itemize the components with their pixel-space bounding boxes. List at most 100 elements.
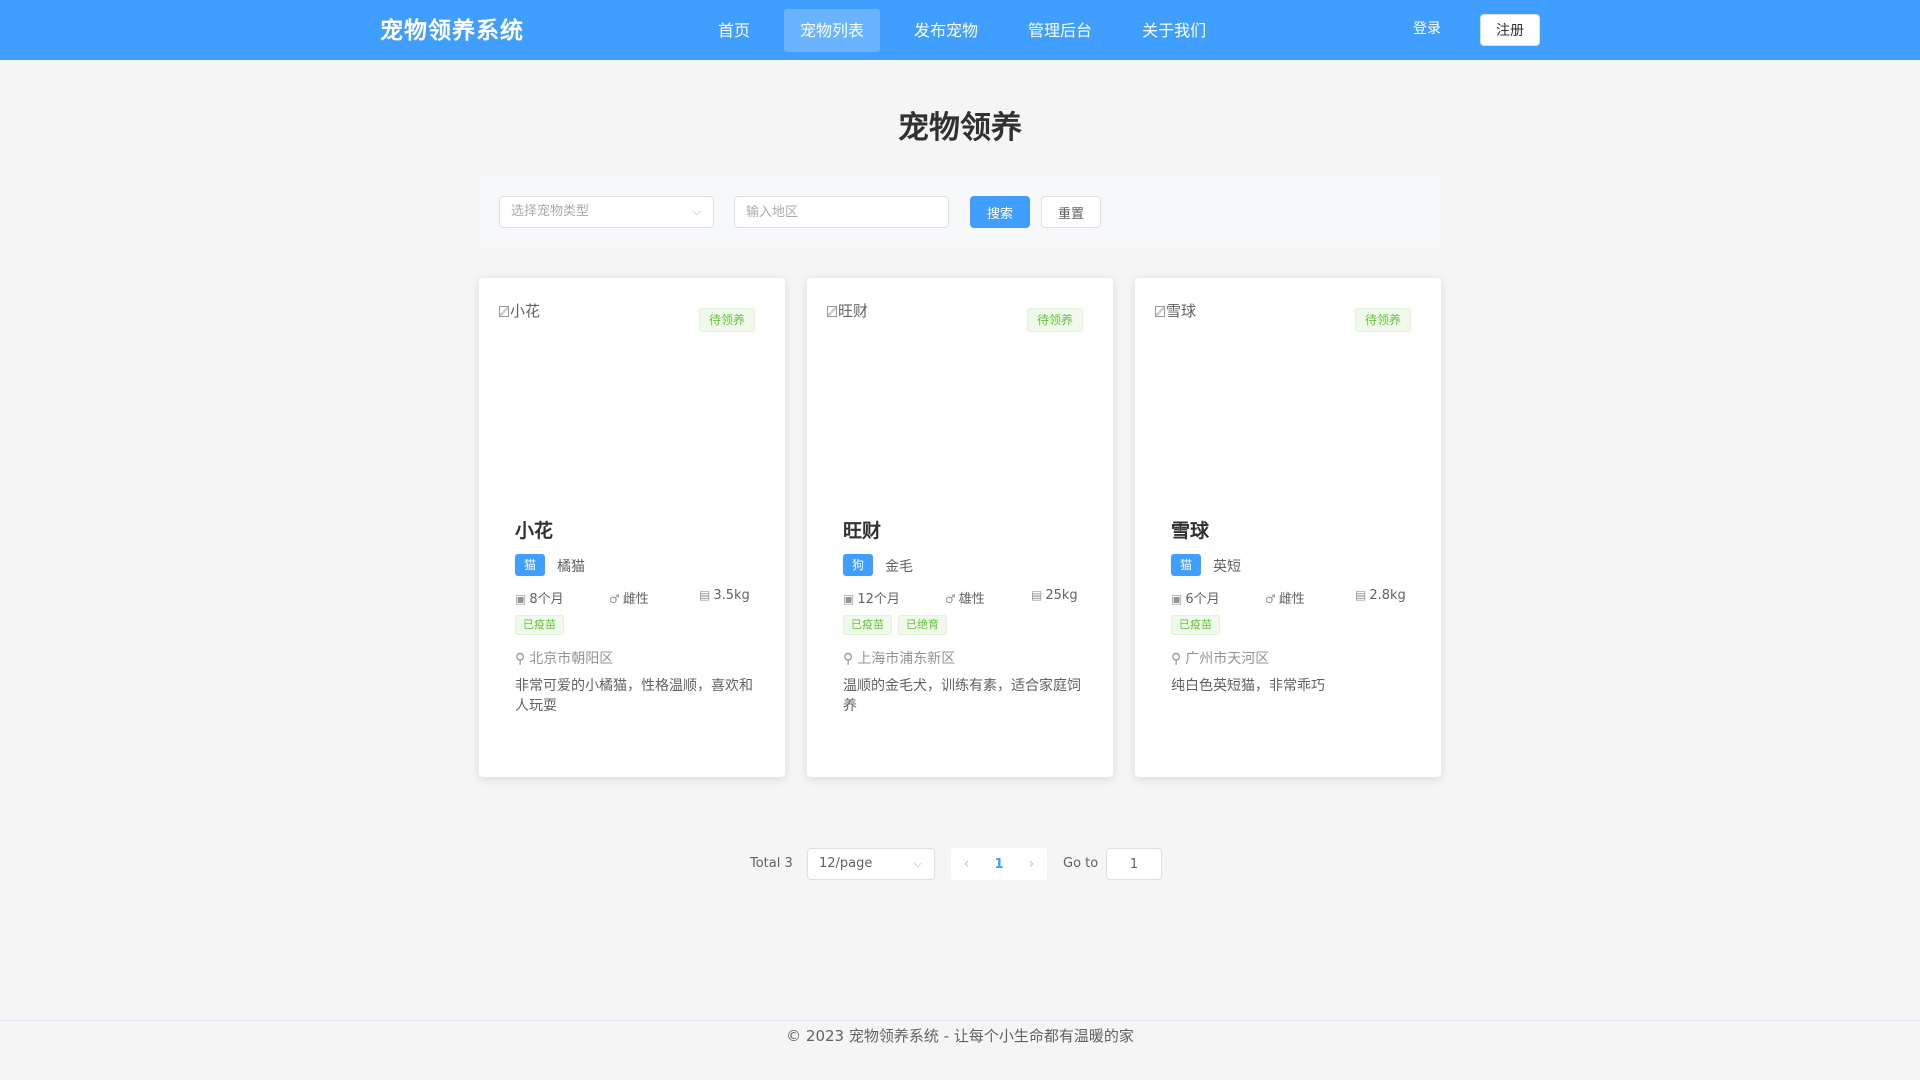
pagination-pager: ‹ 1 › [951,848,1047,880]
scale-icon: ▤ [1355,588,1367,602]
footer-copyright: © 2023 宠物领养系统 - 让每个小生命都有温暖的家 [786,1027,1134,1045]
pet-name: 小花 [515,520,554,542]
pet-location-value: 北京市朝阳区 [529,651,614,667]
pet-weight-value: 25kg [1045,588,1078,603]
calendar-icon: ▣ [515,592,527,606]
register-button[interactable]: 注册 [1480,14,1540,46]
reset-button[interactable]: 重置 [1041,196,1101,228]
goto-label: Go to [1063,856,1099,871]
pet-location: ⚲ 上海市浦东新区 [843,648,955,668]
status-badge: 待领养 [1026,308,1083,332]
chevron-down-icon: ⌵ [692,205,701,218]
pet-location: ⚲ 广州市天河区 [1171,648,1269,668]
gender-icon: ♂ [609,592,620,606]
page-title: 宠物领养 [898,110,1022,146]
nav-admin[interactable]: 管理后台 [1012,9,1108,52]
nav-home[interactable]: 首页 [702,9,766,52]
pet-description: 温顺的金毛犬，训练有素，适合家庭饲养 [843,678,1081,714]
pet-type-select[interactable]: 选择宠物类型 ⌵ [499,196,714,228]
feature-tag: 已疫苗 [515,615,564,635]
nav-pet-list[interactable]: 宠物列表 [784,9,881,52]
pet-gender: ♂ 雌性 [609,588,649,607]
pet-age: ▣ 8个月 [515,588,564,607]
pet-gender-value: 雌性 [622,592,649,607]
pet-gender: ♂ 雄性 [945,588,985,607]
pet-gender-value: 雌性 [1278,592,1305,607]
prev-page-icon[interactable]: ‹ [964,856,970,872]
pet-breed: 金毛 [885,559,913,575]
pet-age-value: 6个月 [1185,592,1220,607]
pet-image-alt-text: 小花 [510,302,541,320]
goto-page-input[interactable] [1106,848,1162,880]
pet-card[interactable]: 小花 待领养 小花 猫 橘猫 ▣ 8个月 ♂ 雌性 ▤ 3.5kg 已疫苗 ⚲ 北京市朝… [479,278,785,777]
pet-gender-value: 雄性 [958,592,985,607]
broken-image-icon [827,306,837,317]
pet-description: 非常可爱的小橘猫，性格温顺，喜欢和人玩耍 [515,678,753,714]
nav-about[interactable]: 关于我们 [1126,9,1222,52]
page-number[interactable]: 1 [994,857,1003,872]
nav-publish-pet[interactable]: 发布宠物 [898,9,994,52]
broken-image-icon [1155,306,1165,317]
pet-weight: ▤ 25kg [1031,588,1078,603]
gender-icon: ♂ [1265,592,1276,606]
feature-tag: 已疫苗 [843,615,892,635]
login-link[interactable]: 登录 [1413,18,1441,38]
pet-age: ▣ 12个月 [843,588,900,607]
pet-image-alt: 雪球 [1155,300,1196,321]
broken-image-icon [499,306,509,317]
pet-description: 纯白色英短猫，非常乖巧 [1171,678,1325,694]
search-button[interactable]: 搜索 [970,196,1030,228]
pet-type-placeholder: 选择宠物类型 [511,204,590,219]
pet-image-alt: 小花 [499,300,540,321]
pet-age-value: 8个月 [529,592,564,607]
location-pin-icon: ⚲ [843,651,854,667]
scale-icon: ▤ [1031,588,1043,602]
feature-tags: 已疫苗 [515,615,564,635]
pet-weight: ▤ 2.8kg [1355,588,1406,603]
pet-breed: 橘猫 [557,559,585,575]
pet-type-tag: 猫 [515,554,546,576]
pet-card[interactable]: 雪球 待领养 雪球 猫 英短 ▣ 6个月 ♂ 雌性 ▤ 2.8kg 已疫苗 ⚲ 广州市天… [1135,278,1441,777]
pagination-total: Total 3 [750,856,793,871]
search-panel: 选择宠物类型 ⌵ 搜索 重置 [479,176,1441,248]
pet-weight-value: 2.8kg [1369,588,1406,603]
pet-breed: 英短 [1213,559,1241,575]
pet-weight: ▤ 3.5kg [699,588,750,603]
pet-type-tag: 狗 [843,554,874,576]
region-input[interactable] [734,196,949,228]
main-nav: 首页 宠物列表 发布宠物 管理后台 关于我们 [702,9,1240,52]
pet-card[interactable]: 旺财 待领养 旺财 狗 金毛 ▣ 12个月 ♂ 雄性 ▤ 25kg 已疫苗 已绝育 ⚲… [807,278,1113,777]
pet-location-value: 上海市浦东新区 [857,651,956,667]
scale-icon: ▤ [699,588,711,602]
location-pin-icon: ⚲ [515,651,526,667]
next-page-icon[interactable]: › [1029,856,1035,872]
gender-icon: ♂ [945,592,956,606]
top-navbar: 宠物领养系统 首页 宠物列表 发布宠物 管理后台 关于我们 登录 注册 [0,0,1920,60]
feature-tag: 已疫苗 [1171,615,1220,635]
pet-age: ▣ 6个月 [1171,588,1220,607]
location-pin-icon: ⚲ [1171,651,1182,667]
calendar-icon: ▣ [843,592,855,606]
pet-image-alt: 旺财 [827,300,868,321]
feature-tag: 已绝育 [898,615,947,635]
feature-tags: 已疫苗 已绝育 [843,615,947,635]
page-size-value: 12/page [819,856,873,871]
pet-gender: ♂ 雌性 [1265,588,1305,607]
calendar-icon: ▣ [1171,592,1183,606]
chevron-down-icon: ⌵ [913,857,922,870]
status-badge: 待领养 [698,308,755,332]
page-size-select[interactable]: 12/page ⌵ [807,848,935,880]
pet-age-value: 12个月 [857,592,900,607]
pet-location: ⚲ 北京市朝阳区 [515,648,613,668]
footer: © 2023 宠物领养系统 - 让每个小生命都有温暖的家 [0,1020,1920,1080]
feature-tags: 已疫苗 [1171,615,1220,635]
pet-image-alt-text: 旺财 [838,302,869,320]
pet-name: 旺财 [843,520,882,542]
status-badge: 待领养 [1354,308,1411,332]
pet-type-tag: 猫 [1171,554,1202,576]
pet-weight-value: 3.5kg [713,588,750,603]
pet-image-alt-text: 雪球 [1166,302,1197,320]
pet-location-value: 广州市天河区 [1185,651,1270,667]
brand-title[interactable]: 宠物领养系统 [380,0,524,60]
pet-name: 雪球 [1171,520,1210,542]
